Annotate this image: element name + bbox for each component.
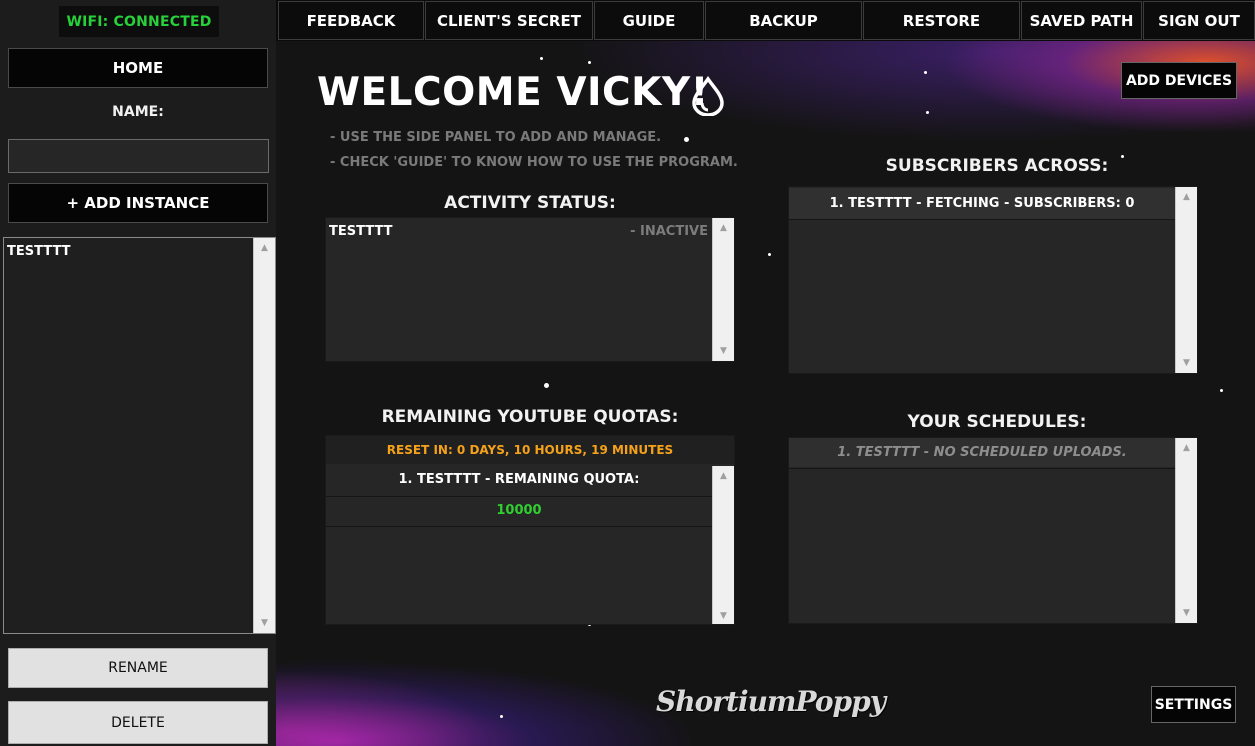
star-decoration — [544, 383, 549, 388]
star-decoration — [1220, 389, 1223, 392]
scroll-up-arrow-icon[interactable]: ▲ — [713, 221, 734, 235]
star-decoration — [768, 253, 771, 256]
quota-instance-value: 10000 — [496, 503, 542, 518]
backup-button[interactable]: BACKUP — [705, 1, 862, 40]
scroll-up-arrow-icon[interactable]: ▲ — [1176, 190, 1197, 204]
scroll-up-arrow-icon[interactable]: ▲ — [254, 241, 275, 255]
schedules-list: 1. TESTTTT - NO SCHEDULED UPLOADS. ▲ ▼ — [788, 437, 1198, 624]
rename-button[interactable]: RENAME — [8, 648, 268, 688]
scroll-down-arrow-icon[interactable]: ▼ — [1176, 606, 1197, 620]
quotas-scrollbar[interactable]: ▲ ▼ — [712, 466, 734, 624]
quota-reset-timer: RESET IN: 0 DAYS, 10 HOURS, 19 MINUTES — [326, 436, 734, 464]
hint-text: - USE THE SIDE PANEL TO ADD AND MANAGE. — [330, 130, 662, 145]
quota-instance-label: 1. TESTTTT - REMAINING QUOTA: — [398, 472, 640, 487]
row-divider — [326, 526, 712, 527]
activity-scrollbar[interactable]: ▲ ▼ — [712, 218, 734, 361]
wifi-status: WIFI: CONNECTED — [59, 6, 219, 37]
clients-secret-button[interactable]: CLIENT'S SECRET — [425, 1, 593, 40]
instance-list-item[interactable]: TESTTTT — [7, 244, 70, 259]
star-decoration — [588, 61, 591, 64]
subscribers-scrollbar[interactable]: ▲ ▼ — [1175, 187, 1197, 373]
feedback-button[interactable]: FEEDBACK — [278, 1, 424, 40]
activity-status-title: ACTIVITY STATUS: — [444, 193, 616, 213]
top-navigation: FEEDBACK CLIENT'S SECRET GUIDE BACKUP RE… — [276, 0, 1255, 41]
name-input[interactable] — [8, 139, 269, 173]
hint-text: - CHECK 'GUIDE' TO KNOW HOW TO USE THE P… — [330, 155, 738, 170]
scroll-down-arrow-icon[interactable]: ▼ — [254, 616, 275, 630]
schedules-title: YOUR SCHEDULES: — [907, 412, 1087, 432]
activity-instance-name: TESTTTT — [329, 224, 393, 239]
brand-logo: ShortiumPoppy — [656, 685, 886, 718]
guide-button[interactable]: GUIDE — [594, 1, 704, 40]
delete-button[interactable]: DELETE — [8, 701, 268, 744]
restore-button[interactable]: RESTORE — [863, 1, 1020, 40]
saved-path-button[interactable]: SAVED PATH — [1021, 1, 1142, 40]
sign-out-button[interactable]: SIGN OUT — [1143, 1, 1255, 40]
subscribers-list-item: 1. TESTTTT - FETCHING - SUBSCRIBERS: 0 — [789, 188, 1175, 219]
row-divider — [789, 468, 1175, 469]
row-divider — [326, 496, 712, 497]
scroll-up-arrow-icon[interactable]: ▲ — [1176, 441, 1197, 455]
sidebar: WIFI: CONNECTED HOME NAME: + ADD INSTANC… — [0, 0, 276, 746]
settings-button[interactable]: SETTINGS — [1151, 686, 1236, 723]
schedules-scrollbar[interactable]: ▲ ▼ — [1175, 438, 1197, 623]
activity-instance-status: - INACTIVE — [630, 224, 708, 239]
subscribers-title: SUBSCRIBERS ACROSS: — [885, 156, 1109, 176]
home-button[interactable]: HOME — [8, 48, 268, 88]
welcome-title: WELCOME VICKY! — [317, 70, 709, 115]
water-drop-icon — [692, 76, 724, 116]
add-devices-button[interactable]: ADD DEVICES — [1121, 62, 1237, 99]
scroll-up-arrow-icon[interactable]: ▲ — [713, 469, 734, 483]
star-decoration — [924, 71, 927, 74]
star-decoration — [540, 57, 543, 60]
quotas-panel: RESET IN: 0 DAYS, 10 HOURS, 19 MINUTES 1… — [325, 435, 735, 625]
star-decoration — [500, 715, 503, 718]
star-decoration — [926, 111, 929, 114]
scroll-down-arrow-icon[interactable]: ▼ — [713, 609, 734, 623]
activity-status-list: TESTTTT - INACTIVE ▲ ▼ — [325, 217, 735, 362]
quotas-title: REMAINING YOUTUBE QUOTAS: — [381, 407, 679, 427]
instance-list-scrollbar[interactable]: ▲ ▼ — [253, 238, 275, 633]
star-decoration — [684, 137, 689, 142]
scroll-down-arrow-icon[interactable]: ▼ — [713, 344, 734, 358]
subscribers-list: 1. TESTTTT - FETCHING - SUBSCRIBERS: 0 ▲… — [788, 186, 1198, 374]
row-divider — [789, 219, 1175, 220]
instance-list: TESTTTT ▲ ▼ — [3, 237, 276, 634]
scroll-down-arrow-icon[interactable]: ▼ — [1176, 356, 1197, 370]
add-instance-button[interactable]: + ADD INSTANCE — [8, 183, 268, 223]
name-label: NAME: — [112, 104, 164, 120]
main-panel: WELCOME VICKY! - USE THE SIDE PANEL TO A… — [276, 41, 1255, 746]
schedules-list-item: 1. TESTTTT - NO SCHEDULED UPLOADS. — [789, 438, 1175, 467]
